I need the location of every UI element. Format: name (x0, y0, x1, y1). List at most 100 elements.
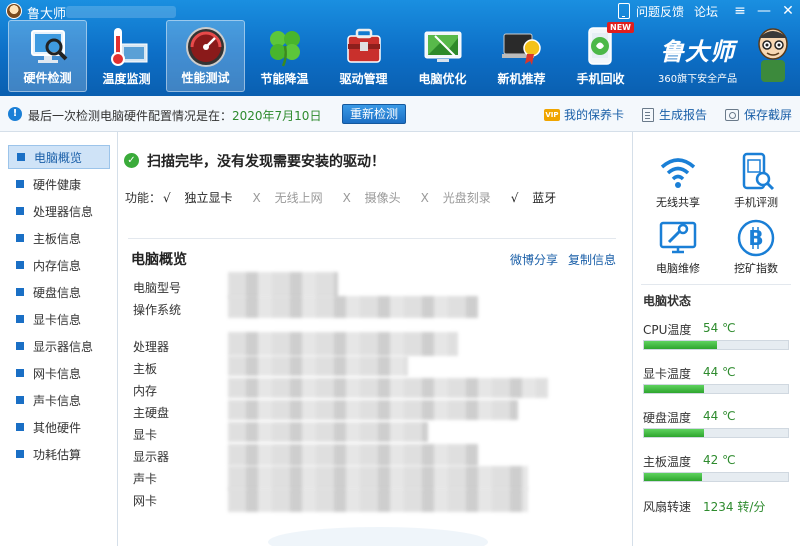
sidebar-item-label: 其他硬件 (33, 420, 82, 435)
bullet-icon (16, 180, 24, 188)
copy-info-link[interactable]: 复制信息 (568, 251, 616, 268)
award-laptop-icon (501, 33, 541, 65)
sidebar-item-label: 硬件健康 (33, 177, 82, 192)
redacted-value (228, 332, 458, 356)
sidebar-item-display[interactable]: 显示器信息 (8, 334, 110, 358)
row-label-display: 显示器 (133, 450, 170, 464)
row-label-memory: 内存 (133, 384, 158, 398)
row-label-main-disk: 主硬盘 (133, 406, 170, 420)
cpu-temp-value: 54 ℃ (703, 321, 736, 335)
main-nav: 硬件检测 温度监测 性能测试 节能降温 驱动管理 电脑优化 新机推荐 NEW 手… (8, 20, 640, 92)
bullet-icon (17, 153, 25, 161)
minimize-icon[interactable]: — (752, 0, 776, 22)
function-disc-burner: X 光盘刻录 (420, 191, 491, 205)
save-screenshot-link[interactable]: 保存截屏 (724, 106, 792, 123)
bullet-icon (16, 207, 24, 215)
sidebar-item-label: 内存信息 (33, 258, 82, 273)
tool-phone-benchmark[interactable]: 手机评测 (721, 152, 791, 212)
sidebar-item-overview[interactable]: 电脑概览 (8, 145, 110, 169)
forum-link[interactable]: 论坛 (694, 3, 718, 20)
mobile-icon[interactable] (617, 3, 630, 19)
fan-speed-value: 1234 转/分 (703, 500, 766, 514)
menu-icon[interactable]: ≡ (728, 0, 752, 22)
screen-optimize-icon (424, 31, 461, 62)
warranty-card-link[interactable]: VIP 我的保养卡 (543, 106, 624, 123)
info-bar: ! 最后一次检测电脑硬件配置情况是在： 2020年7月10日 重新检测 VIP … (0, 96, 800, 132)
sidebar-item-disk[interactable]: 硬盘信息 (8, 280, 110, 304)
redacted-value (228, 400, 518, 420)
nav-phone-recycle[interactable]: NEW 手机回收 (561, 20, 640, 92)
check-icon: ✓ (124, 153, 139, 168)
redacted-value (228, 356, 408, 376)
sidebar-item-label: 网卡信息 (33, 366, 82, 381)
vip-icon: VIP (543, 108, 560, 121)
sidebar-item-motherboard[interactable]: 主板信息 (8, 226, 110, 250)
feedback-link[interactable]: 问题反馈 (636, 3, 684, 20)
main-panel: ✓ 扫描完毕，没有发现需要安装的驱动！ 功能： √ 独立显卡 X 无线上网 X … (118, 132, 632, 546)
temp-bar-fill (644, 429, 705, 437)
tool-pc-repair[interactable]: 电脑维修 (643, 218, 713, 278)
nav-label: 节能降温 (260, 72, 309, 86)
function-list: 功能： √ 独立显卡 X 无线上网 X 摄像头 X 光盘刻录 √ 蓝牙 (125, 189, 576, 206)
sidebar-item-gpu[interactable]: 显卡信息 (8, 307, 110, 331)
nav-driver-management[interactable]: 驱动管理 (324, 20, 403, 92)
redacted-value (228, 422, 428, 442)
weibo-share-link[interactable]: 微博分享 (510, 251, 558, 268)
nav-pc-optimize[interactable]: 电脑优化 (403, 20, 482, 92)
tool-mining-index[interactable]: B 挖矿指数 (721, 218, 791, 278)
generate-report-link[interactable]: 生成报告 (641, 106, 707, 123)
nav-energy-saving[interactable]: 节能降温 (245, 20, 324, 92)
nav-hardware-detect[interactable]: 硬件检测 (8, 20, 87, 92)
app-logo-icon (6, 3, 22, 19)
nav-label: 手机回收 (576, 72, 625, 86)
scan-message: 扫描完毕，没有发现需要安装的驱动！ (147, 154, 385, 170)
phone-scan-icon (742, 152, 775, 191)
row-label-gpu: 显卡 (133, 428, 158, 442)
last-detect-text: 最后一次检测电脑硬件配置情况是在： (28, 109, 233, 123)
nav-label: 驱动管理 (339, 72, 388, 86)
nav-new-pc-recommend[interactable]: 新机推荐 (482, 20, 561, 92)
redacted-value (228, 466, 528, 490)
row-label-network: 网卡 (133, 494, 158, 508)
close-icon[interactable]: ✕ (776, 0, 800, 22)
title-bar-controls: 问题反馈 论坛 ≡ — ✕ (617, 0, 800, 22)
sidebar-item-hardware-health[interactable]: 硬件健康 (8, 172, 110, 196)
camera-icon (724, 108, 739, 121)
bullet-icon (16, 369, 24, 377)
tool-label: 挖矿指数 (734, 262, 778, 275)
sidebar-item-network[interactable]: 网卡信息 (8, 361, 110, 385)
sidebar-item-label: 显卡信息 (33, 312, 82, 327)
redacted-value (228, 296, 478, 318)
sidebar-item-sound[interactable]: 声卡信息 (8, 388, 110, 412)
tool-wifi-share[interactable]: 无线共享 (643, 152, 713, 212)
sidebar-item-label: 电脑概览 (34, 150, 83, 165)
tool-label: 手机评测 (734, 196, 778, 209)
title-blurred-text (66, 6, 176, 18)
bullet-icon (16, 396, 24, 404)
mascot-icon (758, 28, 788, 82)
board-temp-value: 42 ℃ (703, 453, 736, 467)
title-bar: 鲁大师 问题反馈 论坛 ≡ — ✕ (0, 0, 800, 22)
sidebar-item-other[interactable]: 其他硬件 (8, 415, 110, 439)
temp-bar-fill (644, 341, 718, 349)
nav-temperature[interactable]: 温度监测 (87, 20, 166, 92)
nav-performance-test[interactable]: 性能测试 (166, 20, 245, 92)
sidebar-item-power[interactable]: 功耗估算 (8, 442, 110, 466)
function-wifi: X 无线上网 (252, 191, 323, 205)
nav-label: 性能测试 (181, 71, 230, 85)
redacted-value (228, 444, 478, 466)
sidebar-item-cpu[interactable]: 处理器信息 (8, 199, 110, 223)
sidebar-item-label: 显示器信息 (33, 339, 94, 354)
redetect-button[interactable]: 重新检测 (342, 104, 406, 124)
bullet-icon (16, 261, 24, 269)
cpu-temp-label: CPU温度 (643, 323, 692, 337)
background-watermark (268, 527, 488, 546)
function-camera: X 摄像头 (342, 191, 401, 205)
cpu-temp-bar (643, 340, 789, 350)
temp-bar-fill (644, 473, 702, 481)
bullet-icon (16, 315, 24, 323)
function-bluetooth: √ 蓝牙 (510, 191, 557, 205)
monitor-wrench-icon (659, 221, 697, 254)
generate-report-label: 生成报告 (658, 108, 707, 122)
sidebar-item-memory[interactable]: 内存信息 (8, 253, 110, 277)
